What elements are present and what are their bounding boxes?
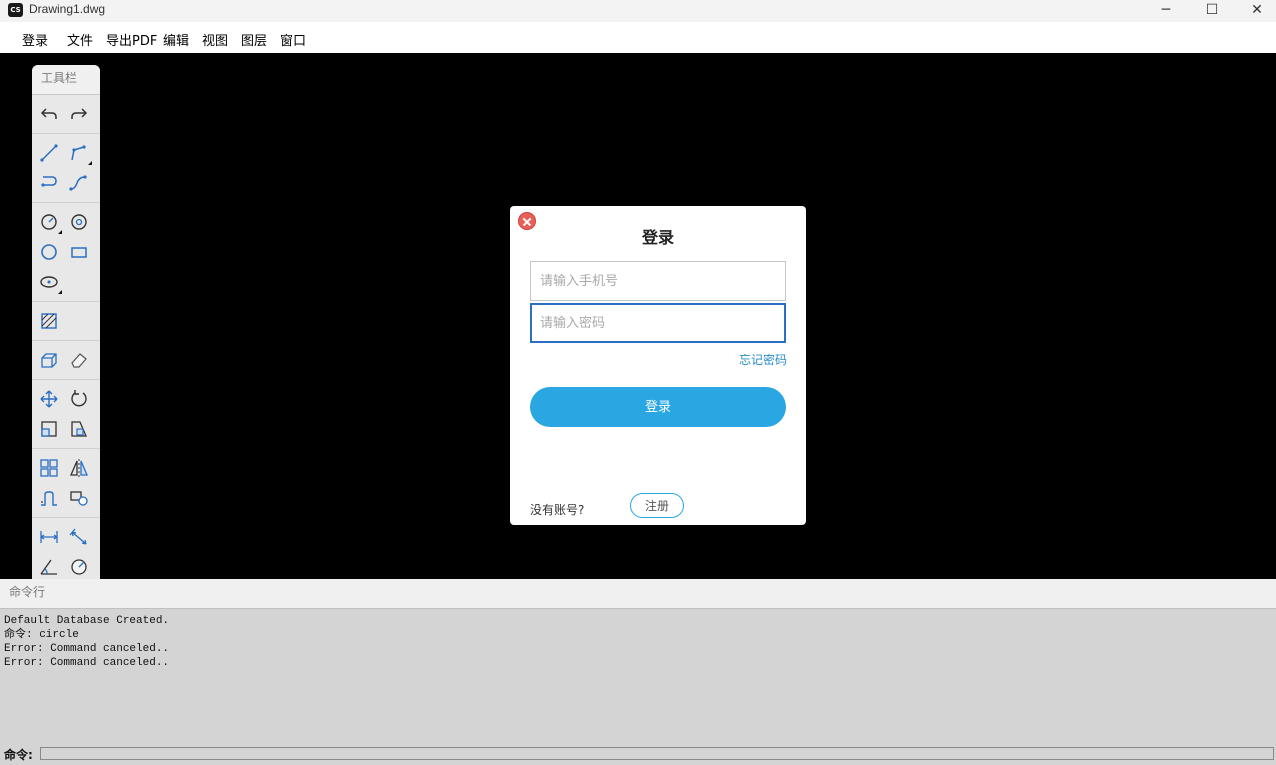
menu-view[interactable]: 视图 (202, 30, 228, 49)
move-icon[interactable] (38, 388, 60, 410)
copy-icon[interactable] (68, 487, 90, 509)
block-3d-icon[interactable] (38, 349, 60, 371)
log-line: Error: Command canceled.. (4, 642, 169, 656)
no-account-label: 没有账号? (530, 501, 584, 518)
log-line: Error: Command canceled.. (4, 656, 169, 670)
window-title: Drawing1.dwg (29, 2, 105, 16)
polyline-icon[interactable] (68, 142, 90, 164)
menu-bar: 登录 文件 导出PDF 编辑 视图 图层 窗口 (0, 22, 1276, 53)
stretch-icon[interactable] (68, 418, 90, 440)
dimension-linear-icon[interactable] (38, 526, 60, 548)
menu-window[interactable]: 窗口 (280, 30, 306, 49)
ellipse-icon[interactable] (38, 271, 60, 293)
circle-center-icon[interactable] (68, 211, 90, 233)
menu-layer[interactable]: 图层 (241, 30, 267, 49)
menu-edit[interactable]: 编辑 (163, 30, 189, 49)
redo-icon[interactable] (68, 103, 90, 125)
eraser-icon[interactable] (68, 349, 90, 371)
log-line: Default Database Created. (4, 614, 169, 628)
minimize-button[interactable]: ─ (1143, 0, 1189, 22)
rotate-icon[interactable] (68, 388, 90, 410)
spline-icon[interactable] (38, 172, 60, 194)
mirror-icon[interactable] (68, 457, 90, 479)
polygon-icon[interactable] (38, 241, 60, 263)
command-input[interactable] (40, 747, 1274, 760)
command-panel-title: 命令行 (0, 579, 1276, 609)
dialog-title: 登录 (510, 224, 806, 248)
command-prompt-label: 命令: (4, 746, 33, 763)
log-line: 命令: circle (4, 628, 169, 642)
window-close-button[interactable]: ✕ (1234, 0, 1276, 22)
password-input[interactable] (530, 303, 786, 343)
toolbar-title: 工具栏 (32, 65, 100, 95)
phone-input[interactable] (530, 261, 786, 301)
command-log: Default Database Created. 命令: circle Err… (4, 614, 169, 670)
menu-file[interactable]: 文件 (67, 30, 93, 49)
window-titlebar: CS Drawing1.dwg ─ ☐ ✕ (0, 0, 1276, 22)
undo-icon[interactable] (38, 103, 60, 125)
dimension-angle-icon[interactable] (38, 556, 60, 578)
dimension-aligned-icon[interactable] (68, 526, 90, 548)
login-button[interactable]: 登录 (530, 387, 786, 427)
forgot-password-link[interactable]: 忘记密码 (739, 351, 787, 368)
rectangle-icon[interactable] (68, 241, 90, 263)
circle-icon[interactable] (38, 211, 60, 233)
register-button[interactable]: 注册 (630, 493, 684, 518)
line-icon[interactable] (38, 142, 60, 164)
hatch-icon[interactable] (38, 310, 60, 332)
curve-icon[interactable] (68, 172, 90, 194)
toolbar-panel: 工具栏 (32, 65, 100, 580)
menu-login[interactable]: 登录 (22, 30, 48, 49)
menu-export-pdf[interactable]: 导出PDF (106, 30, 157, 49)
offset-icon[interactable] (38, 487, 60, 509)
command-panel: 命令行 Default Database Created. 命令: circle… (0, 579, 1276, 765)
dimension-radius-icon[interactable] (68, 556, 90, 578)
array-icon[interactable] (38, 457, 60, 479)
maximize-button[interactable]: ☐ (1189, 0, 1235, 22)
scale-icon[interactable] (38, 418, 60, 440)
app-logo-icon: CS (8, 3, 23, 17)
login-dialog: 登录 忘记密码 登录 没有账号? 注册 (510, 206, 806, 525)
